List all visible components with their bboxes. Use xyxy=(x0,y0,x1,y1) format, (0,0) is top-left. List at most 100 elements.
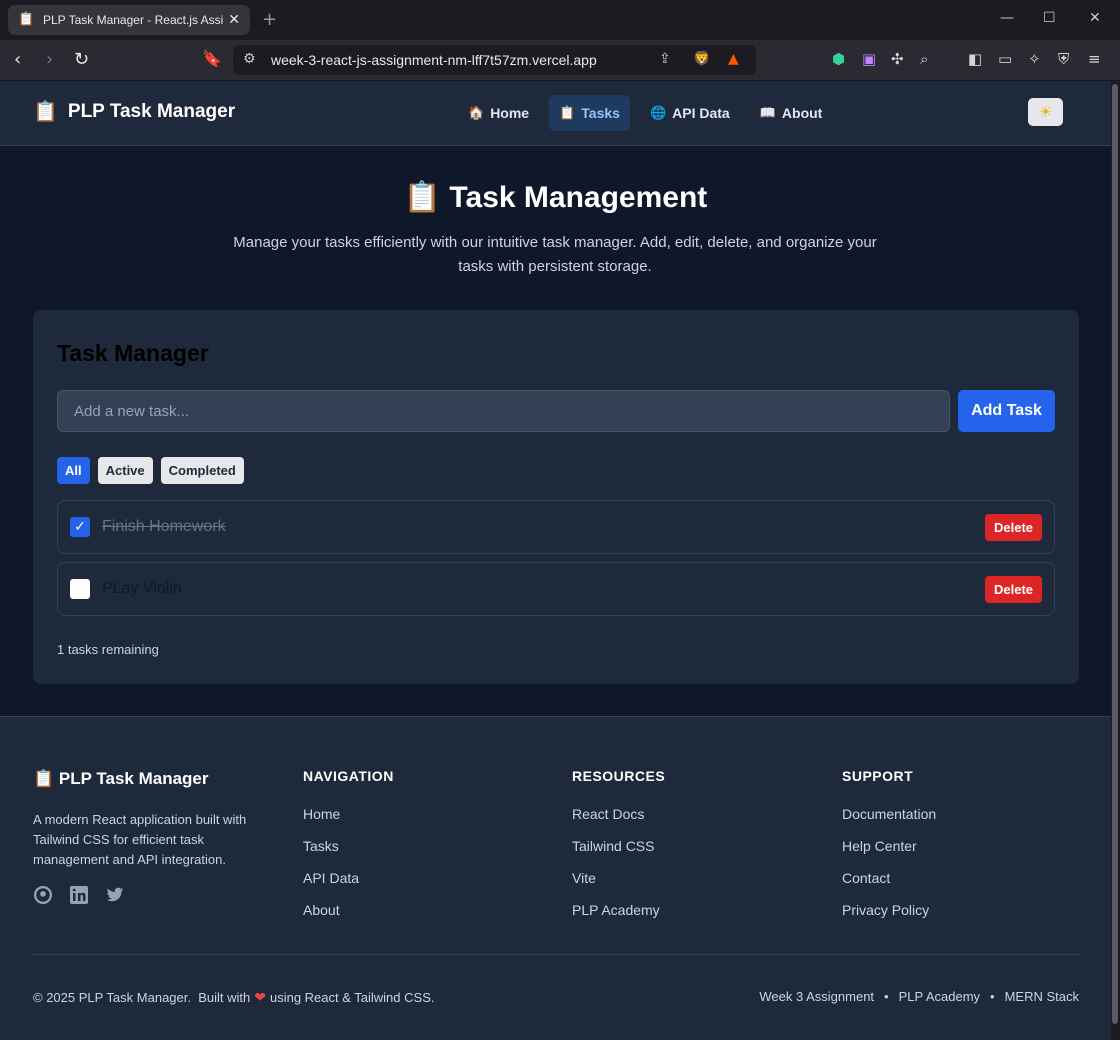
url-text: week-3-react-js-assignment-nm-lff7t57zm.… xyxy=(271,52,597,68)
task-text: PLay Violin xyxy=(102,580,182,597)
maximize-icon[interactable]: ☐ xyxy=(1043,10,1056,26)
sidebar-icon[interactable]: ◧ xyxy=(968,50,982,68)
main-nav: 🏠 Home 📋 Tasks 🌐 API Data 📖 About xyxy=(458,95,832,131)
footer-column-resources: RESOURCES React Docs Tailwind CSS Vite P… xyxy=(572,768,665,934)
brave-shields-icon[interactable]: 🦁 xyxy=(693,51,710,67)
nav-label: About xyxy=(781,105,823,121)
house-icon: 🏠 xyxy=(468,105,485,120)
page-subtitle: Manage your tasks efficiently with our i… xyxy=(233,234,877,275)
extension-icon[interactable]: ⌕ xyxy=(920,50,928,68)
tasks-remaining-count: 1 tasks remaining xyxy=(57,642,159,657)
footer-link-privacy[interactable]: Privacy Policy xyxy=(842,902,936,934)
nav-tasks[interactable]: 📋 Tasks xyxy=(549,95,630,131)
clipboard-icon: 📋 xyxy=(559,105,576,120)
page-title-text: Task Management xyxy=(449,181,708,214)
browser-toolbar: ‹ › ↻ 🔖 ⚙ week-3-react-js-assignment-nm-… xyxy=(0,40,1120,80)
footer-heading: SUPPORT xyxy=(842,768,914,784)
footer-column-navigation: NAVIGATION Home Tasks API Data About xyxy=(303,768,394,934)
back-icon[interactable]: ‹ xyxy=(14,49,21,70)
footer-link-tasks[interactable]: Tasks xyxy=(303,838,394,870)
task-filters: All Active Completed xyxy=(57,457,244,484)
task-checkbox[interactable] xyxy=(70,579,90,599)
close-tab-icon[interactable]: ✕ xyxy=(228,12,240,28)
forward-icon[interactable]: › xyxy=(46,49,53,70)
new-tab-icon[interactable]: + xyxy=(262,9,277,30)
social-links xyxy=(33,885,125,905)
separator-dot: • xyxy=(884,989,889,1004)
nav-label: Tasks xyxy=(581,105,620,121)
footer-meta: Week 3 Assignment • PLP Academy • MERN S… xyxy=(759,989,1079,1004)
filter-completed-button[interactable]: Completed xyxy=(160,457,244,484)
nav-label: Home xyxy=(490,105,530,121)
vpn-icon[interactable]: ⛨ xyxy=(1058,50,1069,68)
delete-task-button[interactable]: Delete xyxy=(985,576,1042,603)
wallet-icon[interactable]: ▭ xyxy=(998,50,1012,68)
footer-divider xyxy=(33,954,1079,955)
footer-brand: 📋 PLP Task Manager xyxy=(33,769,209,789)
new-task-input[interactable] xyxy=(57,390,950,432)
address-bar[interactable]: ⚙ week-3-react-js-assignment-nm-lff7t57z… xyxy=(233,45,756,75)
add-task-button[interactable]: Add Task xyxy=(958,390,1055,432)
book-icon: 📖 xyxy=(759,105,776,120)
task-manager-card: Task Manager Add Task All Active Complet… xyxy=(33,310,1079,684)
page-title: 📋 Task Management xyxy=(0,180,1111,215)
clipboard-icon: 📋 xyxy=(403,181,442,214)
footer-link-tailwind[interactable]: Tailwind CSS xyxy=(572,838,665,870)
leo-ai-icon[interactable]: ✧ xyxy=(1028,50,1041,68)
copyright-text: © 2025 PLP Task Manager. Built with xyxy=(33,990,251,1005)
extension-icon[interactable]: ⬢ xyxy=(832,50,845,68)
menu-icon[interactable]: ≡ xyxy=(1088,50,1101,68)
footer-heading: NAVIGATION xyxy=(303,768,394,784)
reload-icon[interactable]: ↻ xyxy=(74,49,89,70)
footer-link-about[interactable]: About xyxy=(303,902,394,934)
sun-icon: ☀ xyxy=(1038,103,1053,121)
footer-description: A modern React application built with Ta… xyxy=(33,812,247,867)
github-icon[interactable] xyxy=(33,885,53,905)
nav-about[interactable]: 📖 About xyxy=(750,95,833,131)
filter-active-button[interactable]: Active xyxy=(97,457,153,484)
footer-brand-name: PLP Task Manager xyxy=(58,769,209,788)
theme-toggle-button[interactable]: ☀ xyxy=(1028,98,1063,126)
task-item: PLay Violin Delete xyxy=(57,562,1055,616)
brave-rewards-icon[interactable]: ▲ xyxy=(728,51,739,67)
nav-home[interactable]: 🏠 Home xyxy=(458,95,539,131)
task-checkbox[interactable]: ✓ xyxy=(70,517,90,537)
browser-tabbar: 📋 PLP Task Manager - React.js Assig ✕ + … xyxy=(0,0,1120,40)
site-settings-icon[interactable]: ⚙ xyxy=(243,51,256,67)
filter-all-button[interactable]: All xyxy=(57,457,90,484)
footer-heading: RESOURCES xyxy=(572,768,666,784)
nav-api-data[interactable]: 🌐 API Data xyxy=(640,95,740,131)
footer-link-plp-academy[interactable]: PLP Academy xyxy=(572,902,665,934)
meta-item: Week 3 Assignment xyxy=(759,989,875,1004)
footer-link-api-data[interactable]: API Data xyxy=(303,870,394,902)
clipboard-icon: 📋 xyxy=(33,769,55,788)
scrollbar-thumb[interactable] xyxy=(1112,84,1118,1024)
clipboard-icon: 📋 xyxy=(18,12,35,27)
app-header: 📋 PLP Task Manager 🏠 Home 📋 Tasks 🌐 API … xyxy=(0,81,1111,146)
linkedin-icon[interactable] xyxy=(69,885,89,905)
brand-logo[interactable]: 📋 PLP Task Manager xyxy=(33,99,235,124)
nav-label: API Data xyxy=(672,105,730,121)
extension-icon[interactable]: ▣ xyxy=(862,50,876,68)
globe-icon: 🌐 xyxy=(649,105,667,120)
footer-link-vite[interactable]: Vite xyxy=(572,870,665,902)
delete-task-button[interactable]: Delete xyxy=(985,514,1042,541)
heart-icon: ❤ xyxy=(254,989,266,1005)
browser-tab[interactable]: 📋 PLP Task Manager - React.js Assig ✕ xyxy=(8,5,250,35)
meta-item: PLP Academy xyxy=(898,989,981,1004)
twitter-icon[interactable] xyxy=(105,885,125,905)
share-icon[interactable]: ⇪ xyxy=(659,51,671,67)
footer-link-documentation[interactable]: Documentation xyxy=(842,806,936,838)
footer-link-help-center[interactable]: Help Center xyxy=(842,838,936,870)
footer-link-contact[interactable]: Contact xyxy=(842,870,936,902)
close-window-icon[interactable]: ✕ xyxy=(1089,10,1101,26)
minimize-icon[interactable]: — xyxy=(1000,10,1014,26)
clipboard-icon: 📋 xyxy=(33,101,58,123)
footer-link-home[interactable]: Home xyxy=(303,806,394,838)
footer-column-support: SUPPORT Documentation Help Center Contac… xyxy=(842,768,936,934)
copyright: © 2025 PLP Task Manager. Built with ❤ us… xyxy=(33,989,434,1006)
main-content: 📋 Task Management Manage your tasks effi… xyxy=(0,146,1111,716)
footer-link-react-docs[interactable]: React Docs xyxy=(572,806,665,838)
puzzle-icon[interactable]: ✣ xyxy=(891,50,904,68)
bookmark-icon[interactable]: 🔖 xyxy=(202,49,222,68)
